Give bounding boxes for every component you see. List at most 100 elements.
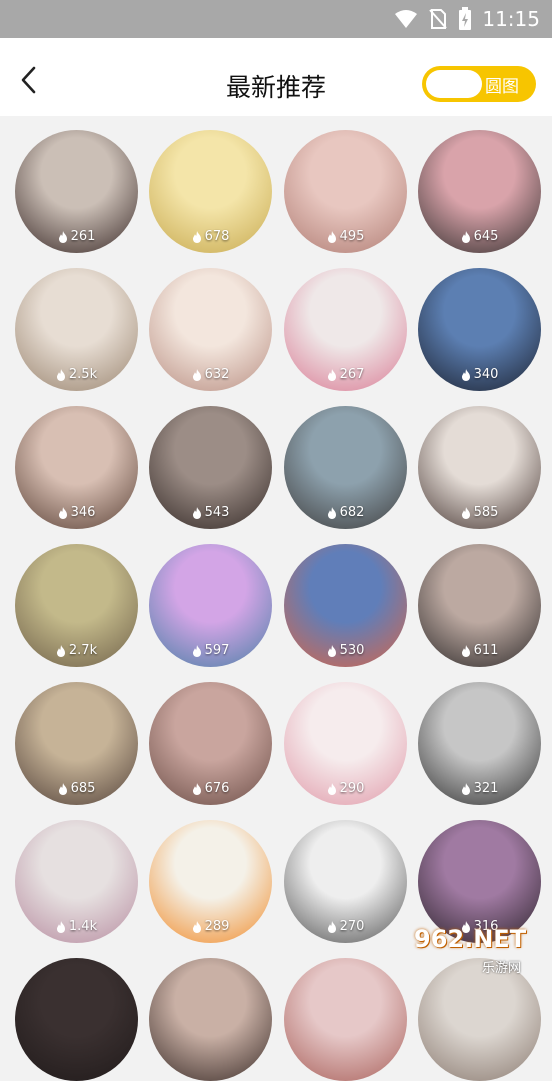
- flame-icon: [192, 506, 201, 519]
- popularity-count: 2.5k: [15, 367, 138, 382]
- flame-icon: [192, 644, 201, 657]
- flame-icon: [192, 782, 201, 795]
- avatar-item[interactable]: 678: [149, 130, 272, 253]
- avatar-item[interactable]: 267: [284, 268, 407, 391]
- popularity-count-value: 632: [204, 367, 230, 382]
- avatar-item[interactable]: 261: [15, 130, 138, 253]
- flame-icon: [461, 368, 470, 381]
- site-watermark: 962.NET 乐游网: [408, 925, 544, 976]
- flame-icon: [461, 782, 470, 795]
- avatar-item[interactable]: 289: [149, 820, 272, 943]
- popularity-count-value: 346: [70, 505, 96, 520]
- avatar-item[interactable]: 543: [149, 406, 272, 529]
- popularity-count-value: 340: [473, 367, 499, 382]
- popularity-count-value: 2.7k: [68, 643, 98, 658]
- status-bar: 11:15: [0, 0, 552, 38]
- popularity-count: 585: [418, 505, 541, 520]
- popularity-count: 270: [284, 919, 407, 934]
- popularity-count: 261: [15, 229, 138, 244]
- popularity-count-value: 2.5k: [68, 367, 98, 382]
- avatar-item[interactable]: 1.4k: [15, 820, 138, 943]
- avatar-item[interactable]: 585: [418, 406, 541, 529]
- popularity-count: 267: [284, 367, 407, 382]
- popularity-count: 685: [15, 781, 138, 796]
- popularity-count: 543: [149, 505, 272, 520]
- popularity-count: 2.7k: [15, 643, 138, 658]
- flame-icon: [58, 506, 67, 519]
- avatar-item[interactable]: 682: [284, 406, 407, 529]
- avatar-item[interactable]: [15, 958, 138, 1081]
- popularity-count: 632: [149, 367, 272, 382]
- watermark-site-name: 乐游网: [482, 961, 522, 976]
- flame-icon: [192, 230, 201, 243]
- flame-icon: [56, 644, 65, 657]
- popularity-count-value: 290: [339, 781, 365, 796]
- avatar-item[interactable]: 2.5k: [15, 268, 138, 391]
- avatar-item[interactable]: 685: [15, 682, 138, 805]
- popularity-count: 530: [284, 643, 407, 658]
- popularity-count-value: 645: [473, 229, 499, 244]
- popularity-count: 645: [418, 229, 541, 244]
- flame-icon: [461, 230, 470, 243]
- flame-icon: [58, 230, 67, 243]
- header-bar: 最新推荐 圆图: [0, 38, 552, 116]
- avatar-item[interactable]: 611: [418, 544, 541, 667]
- popularity-count: 611: [418, 643, 541, 658]
- flame-icon: [327, 644, 336, 657]
- flame-icon: [56, 368, 65, 381]
- avatar-item[interactable]: 321: [418, 682, 541, 805]
- popularity-count: 340: [418, 367, 541, 382]
- popularity-count-value: 289: [204, 919, 230, 934]
- avatar-item[interactable]: 495: [284, 130, 407, 253]
- flame-icon: [192, 368, 201, 381]
- popularity-count: 289: [149, 919, 272, 934]
- toggle-label: 圆图: [485, 77, 519, 97]
- popularity-count-value: 261: [70, 229, 96, 244]
- popularity-count-value: 678: [204, 229, 230, 244]
- flame-icon: [327, 368, 336, 381]
- wifi-icon: [395, 10, 418, 28]
- popularity-count-value: 530: [339, 643, 365, 658]
- popularity-count-value: 585: [473, 505, 499, 520]
- avatar-item[interactable]: 632: [149, 268, 272, 391]
- flame-icon: [56, 920, 65, 933]
- popularity-count: 597: [149, 643, 272, 658]
- avatar-item[interactable]: 340: [418, 268, 541, 391]
- flame-icon: [327, 230, 336, 243]
- popularity-count: 682: [284, 505, 407, 520]
- avatar-item[interactable]: 290: [284, 682, 407, 805]
- battery-charging-icon: [459, 7, 472, 30]
- avatar-item[interactable]: [284, 958, 407, 1081]
- avatar-item[interactable]: 530: [284, 544, 407, 667]
- status-time: 11:15: [482, 7, 540, 31]
- flame-icon: [327, 920, 336, 933]
- popularity-count-value: 682: [339, 505, 365, 520]
- popularity-count: 1.4k: [15, 919, 138, 934]
- flame-icon: [327, 506, 336, 519]
- avatar-item[interactable]: [149, 958, 272, 1081]
- avatar-item[interactable]: 676: [149, 682, 272, 805]
- popularity-count-value: 495: [339, 229, 365, 244]
- avatar-item[interactable]: 346: [15, 406, 138, 529]
- status-icons: 11:15: [394, 0, 540, 38]
- flame-icon: [461, 506, 470, 519]
- avatar-item[interactable]: 645: [418, 130, 541, 253]
- popularity-count-value: 676: [204, 781, 230, 796]
- popularity-count-value: 270: [339, 919, 365, 934]
- flame-icon: [192, 920, 201, 933]
- no-sim-icon: [429, 9, 448, 29]
- popularity-count-value: 611: [473, 643, 499, 658]
- watermark-logo-text: 962.NET: [414, 925, 527, 953]
- avatar-item[interactable]: 2.7k: [15, 544, 138, 667]
- popularity-count: 495: [284, 229, 407, 244]
- popularity-count-value: 267: [339, 367, 365, 382]
- popularity-count-value: 597: [204, 643, 230, 658]
- popularity-count-value: 685: [70, 781, 96, 796]
- round-image-toggle[interactable]: 圆图: [422, 66, 536, 102]
- popularity-count: 321: [418, 781, 541, 796]
- popularity-count-value: 321: [473, 781, 499, 796]
- avatar-item[interactable]: 597: [149, 544, 272, 667]
- popularity-count: 678: [149, 229, 272, 244]
- avatar-item[interactable]: 270: [284, 820, 407, 943]
- avatar-item[interactable]: [418, 958, 541, 1081]
